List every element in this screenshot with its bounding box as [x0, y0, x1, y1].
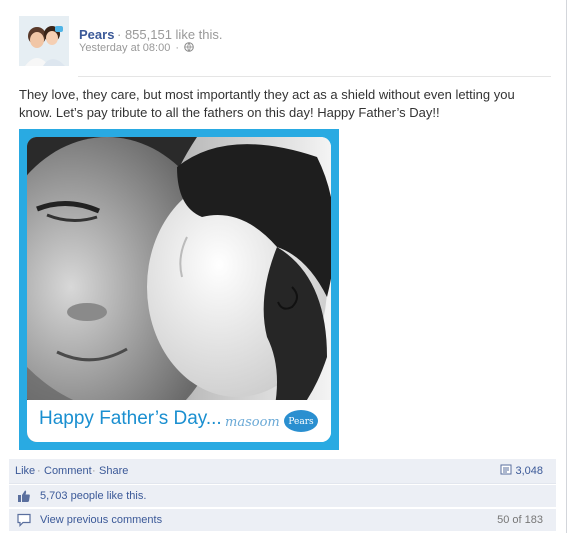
- share-link[interactable]: Share: [99, 465, 128, 477]
- caption-bar: Happy Father’s Day... masoom Pears: [27, 400, 331, 442]
- view-previous-comments-link[interactable]: View previous comments: [40, 514, 162, 526]
- comment-bubble-icon: [17, 513, 31, 527]
- photo-caption: Happy Father’s Day...: [39, 408, 222, 429]
- action-separator: ·: [92, 465, 96, 477]
- page-avatar[interactable]: [19, 16, 69, 66]
- post-photo[interactable]: Happy Father’s Day... masoom Pears: [19, 129, 339, 450]
- previous-comments-row: View previous comments 50 of 183: [9, 509, 556, 531]
- post-timestamp-row: Yesterday at 08:00 ·: [79, 42, 194, 54]
- photo-content: Happy Father’s Day... masoom Pears: [27, 137, 331, 442]
- action-separator: ·: [37, 465, 41, 477]
- comments-pager: 50 of 183: [497, 514, 543, 526]
- father-daughter-photo: [27, 137, 331, 442]
- thumbs-up-icon: [18, 490, 30, 502]
- post-timestamp[interactable]: Yesterday at 08:00: [79, 42, 170, 54]
- comment-link[interactable]: Comment: [44, 465, 92, 477]
- likes-summary-text[interactable]: 5,703 people like this.: [40, 490, 146, 502]
- comment-count-icon: [500, 464, 512, 475]
- feed-story: Pears · 855,151 like this. Yesterday at …: [0, 0, 567, 533]
- timestamp-separator: ·: [175, 42, 180, 54]
- avatar-image: [19, 16, 69, 66]
- logo-script-text: masoom: [225, 415, 280, 430]
- like-link[interactable]: Like: [15, 465, 35, 477]
- logo-brand-text: Pears: [288, 417, 314, 427]
- comments-count[interactable]: 3,048: [500, 464, 543, 477]
- page-name-link[interactable]: Pears: [79, 27, 114, 42]
- comments-count-value: 3,048: [515, 465, 543, 477]
- story-actions-bar: Like · Comment · Share 3,048: [9, 459, 556, 484]
- globe-icon[interactable]: [184, 42, 194, 52]
- likes-summary-row: 5,703 people like this.: [9, 485, 556, 508]
- header-divider: [78, 76, 551, 77]
- pears-logo: masoom Pears: [225, 410, 318, 432]
- page-likes-count: · 855,151 like this.: [117, 27, 223, 42]
- post-message: They love, they care, but most important…: [19, 87, 515, 120]
